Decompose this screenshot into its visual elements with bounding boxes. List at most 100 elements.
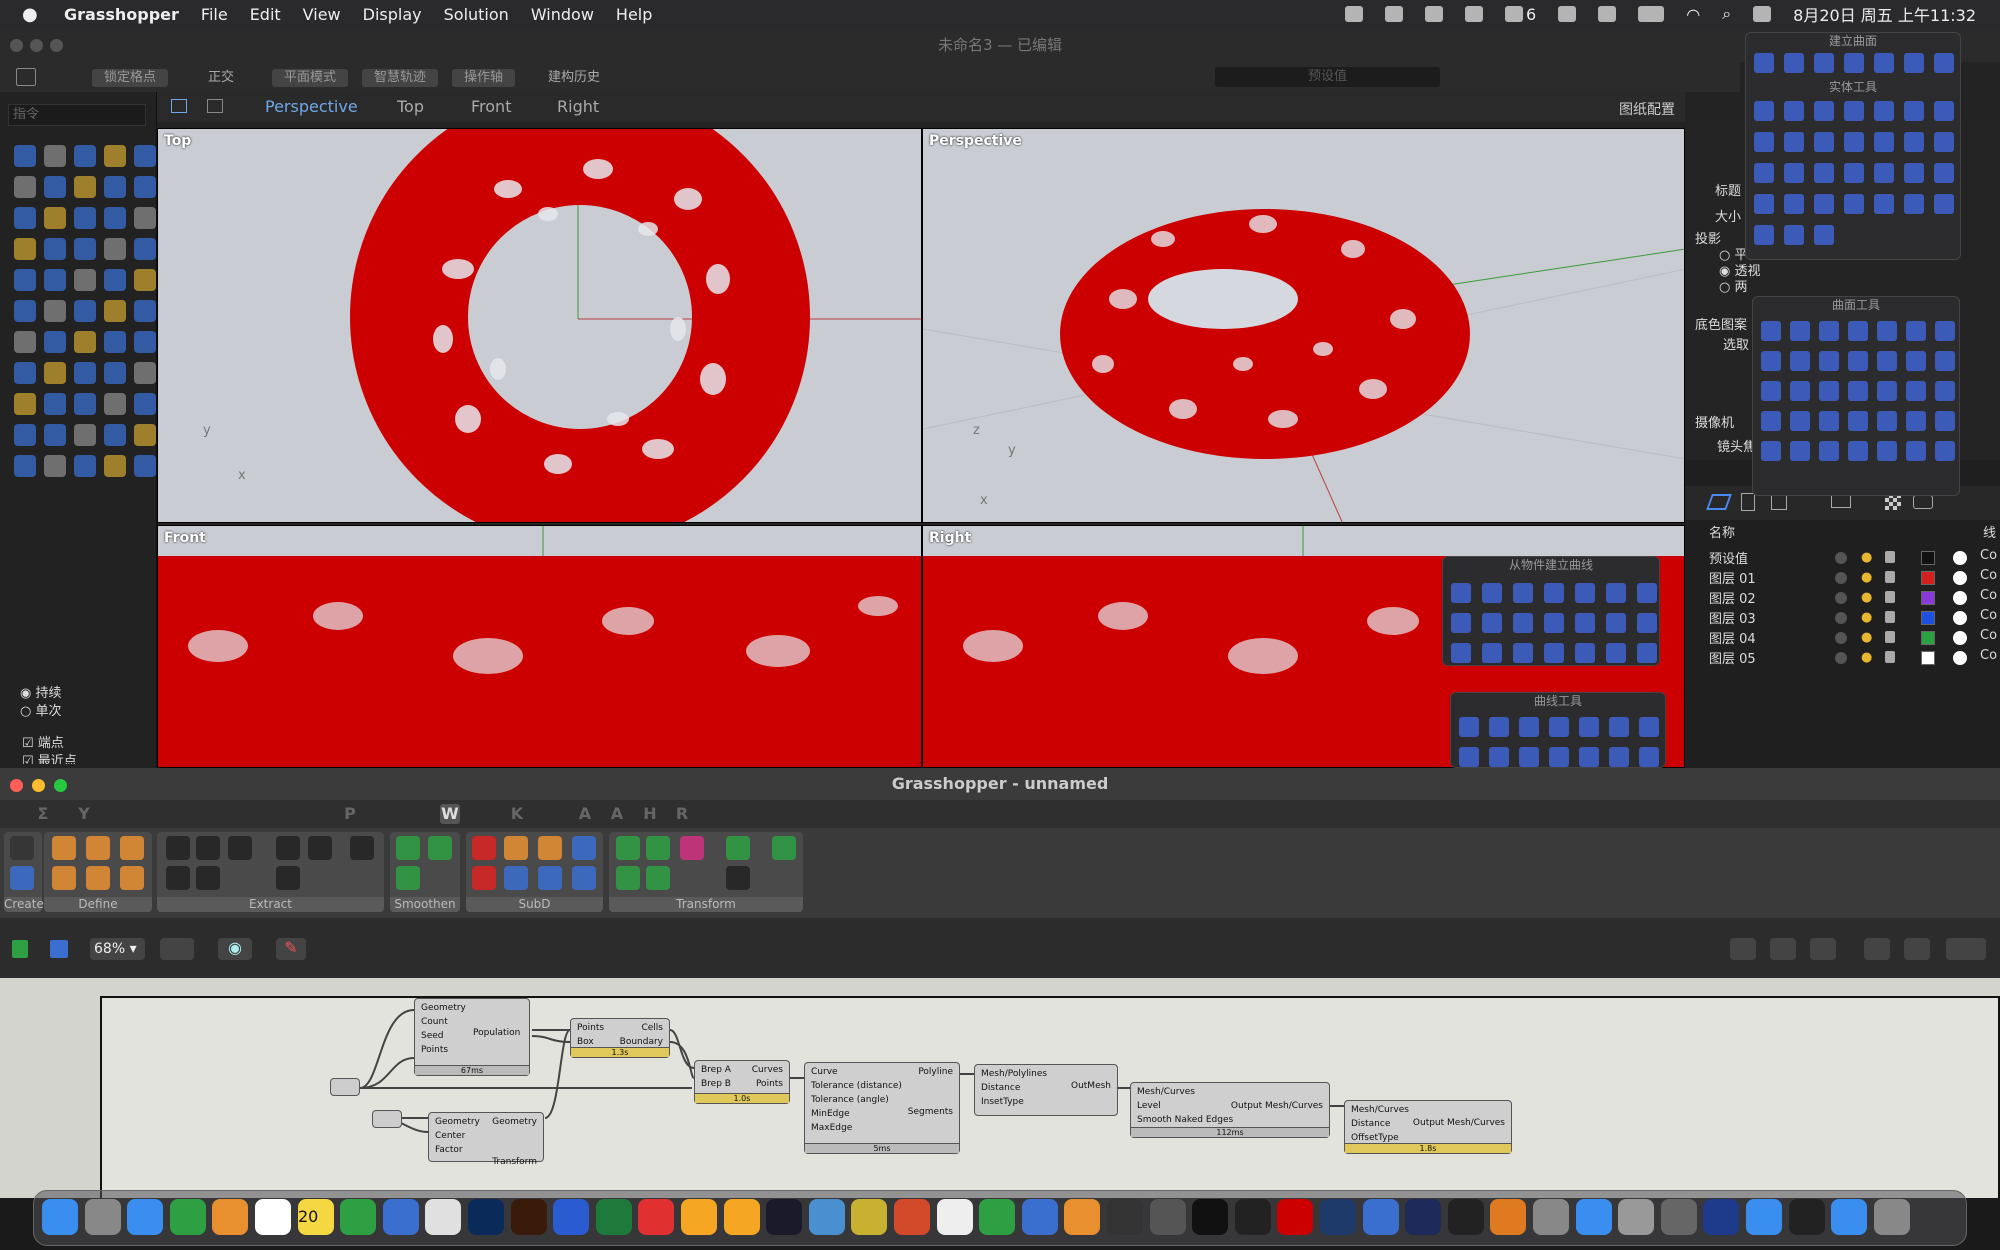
lock-icon[interactable] <box>1885 611 1895 623</box>
gh-component-icon[interactable] <box>572 836 596 860</box>
palette-tool-icon[interactable] <box>1844 101 1864 121</box>
palette-tool-icon[interactable] <box>1877 411 1897 431</box>
dock-app-pin[interactable] <box>638 1199 675 1235</box>
gh-input-param[interactable]: Brep B <box>701 1079 731 1089</box>
dock-app-rhino[interactable] <box>1362 1199 1399 1235</box>
tool-icon[interactable] <box>74 269 96 291</box>
gh-input-param[interactable]: Tolerance (distance) <box>811 1081 902 1091</box>
zoom-extents-icon[interactable] <box>160 938 194 960</box>
gh-component-icon[interactable] <box>10 866 34 890</box>
tab-top[interactable]: Top <box>397 97 424 116</box>
gh-input-param[interactable]: Factor <box>435 1145 463 1155</box>
gh-component-icon[interactable] <box>308 836 332 860</box>
palette-tool-icon[interactable] <box>1784 53 1804 73</box>
gh-component-icon[interactable] <box>504 866 528 890</box>
menu-help[interactable]: Help <box>616 5 652 24</box>
osnap-persistent[interactable]: ◉ 持续 <box>20 682 62 701</box>
palette-tool-icon[interactable] <box>1754 132 1774 152</box>
palette-tool-icon[interactable] <box>1906 441 1926 461</box>
tab-y[interactable]: Y <box>74 804 94 824</box>
layer-color-swatch[interactable] <box>1921 611 1935 625</box>
gh-input-param[interactable]: Curve <box>811 1067 838 1077</box>
dock-app-spark[interactable] <box>723 1199 760 1235</box>
lock-icon[interactable] <box>1885 631 1895 643</box>
dock-app-keynote[interactable] <box>1021 1199 1058 1235</box>
dock-app-downloads[interactable] <box>1831 1199 1868 1235</box>
tool-icon[interactable] <box>104 455 126 477</box>
layer-current-icon[interactable] <box>1835 652 1847 664</box>
lightbulb-icon[interactable]: ● <box>1861 550 1872 565</box>
preview-mode-icon[interactable] <box>1730 938 1756 960</box>
tab-a1[interactable]: A <box>575 804 595 824</box>
zoom-button[interactable] <box>50 39 63 52</box>
dock-app-typora[interactable] <box>936 1199 973 1235</box>
gh-number-slider-a[interactable] <box>330 1078 360 1096</box>
palette-tool-icon[interactable] <box>1906 321 1926 341</box>
palette-tool-icon[interactable] <box>1609 717 1629 737</box>
gh-component-icon[interactable] <box>428 836 452 860</box>
menu-window[interactable]: Window <box>531 5 594 24</box>
gh-component-scale[interactable]: Geometry Center Factor Geometry Transform <box>428 1112 544 1167</box>
tool-icon[interactable] <box>134 207 156 229</box>
gh-component-icon[interactable] <box>196 866 220 890</box>
sketch-icon[interactable]: ✎ <box>276 938 306 960</box>
palette-tool-icon[interactable] <box>1877 321 1897 341</box>
lightbulb-icon[interactable]: ● <box>1861 610 1872 625</box>
palette-tool-icon[interactable] <box>1877 441 1897 461</box>
palette-tool-icon[interactable] <box>1935 351 1955 371</box>
material-swatch[interactable] <box>1953 631 1967 645</box>
dock-app-appstore[interactable] <box>1746 1199 1782 1235</box>
palette-tool-icon[interactable] <box>1482 643 1502 663</box>
gh-input-param[interactable]: MaxEdge <box>811 1123 852 1133</box>
palette-tool-icon[interactable] <box>1904 163 1924 183</box>
dock-app-illustrator[interactable] <box>510 1199 547 1235</box>
layer-row[interactable]: 图层 05 ● Co <box>1685 648 2000 668</box>
ortho-toggle[interactable]: 正交 <box>208 69 234 87</box>
projection-two-point[interactable]: ○ 两 <box>1719 276 1748 295</box>
dock-app-rhino2[interactable] <box>1533 1199 1569 1235</box>
layer-color-swatch[interactable] <box>1921 631 1935 645</box>
gh-input-param[interactable]: Distance <box>981 1083 1020 1093</box>
wallpaper-select[interactable]: 选取 <box>1723 334 1749 353</box>
layer-row[interactable]: 图层 03 ● Co <box>1685 608 2000 628</box>
dock-app-launchpad[interactable] <box>84 1199 121 1235</box>
palette-tool-icon[interactable] <box>1459 747 1479 767</box>
gh-component-pop[interactable]: Geometry Count Seed Points Population 67ms <box>414 998 530 1076</box>
tool-icon[interactable] <box>134 238 156 260</box>
menu-display[interactable]: Display <box>363 5 422 24</box>
tool-icon[interactable] <box>44 455 66 477</box>
notification-bell-icon[interactable] <box>1345 6 1364 22</box>
palette-tool-icon[interactable] <box>1848 381 1868 401</box>
page-icon[interactable] <box>1741 493 1755 511</box>
clock[interactable]: 8月20日 周五 上午11:32 <box>1793 2 1976 26</box>
gh-component-icon[interactable] <box>646 866 670 890</box>
dock-app-photoshop[interactable] <box>468 1199 504 1235</box>
gh-output-param[interactable]: Cells <box>641 1023 663 1033</box>
palette-tool-icon[interactable] <box>1761 411 1781 431</box>
dock-app-word[interactable] <box>553 1199 590 1235</box>
mute-icon[interactable] <box>1598 6 1617 22</box>
palette-tool-icon[interactable] <box>1609 747 1629 767</box>
tool-icon[interactable] <box>14 300 36 322</box>
sync-icon[interactable] <box>1505 6 1524 22</box>
tool-icon[interactable] <box>104 393 126 415</box>
tool-icon[interactable] <box>104 331 126 353</box>
dock-app-qq[interactable] <box>1788 1199 1825 1235</box>
dock-app-wechat[interactable] <box>340 1199 377 1235</box>
palette-tool-icon[interactable] <box>1513 643 1533 663</box>
gh-component-icon[interactable] <box>772 836 796 860</box>
tool-icon[interactable] <box>74 393 96 415</box>
palette-tool-icon[interactable] <box>1790 351 1810 371</box>
tool-icon[interactable] <box>44 393 66 415</box>
tab-w[interactable]: W <box>440 804 460 824</box>
palette-tool-icon[interactable] <box>1814 225 1834 245</box>
dock-app-blender[interactable] <box>1490 1199 1527 1235</box>
palette-tool-icon[interactable] <box>1754 53 1774 73</box>
palette-tool-icon[interactable] <box>1519 717 1539 737</box>
palette-tool-icon[interactable] <box>1874 132 1894 152</box>
tab-perspective[interactable]: Perspective <box>265 97 358 116</box>
material-swatch[interactable] <box>1953 611 1967 625</box>
palette-tool-icon[interactable] <box>1549 747 1569 767</box>
palette-tool-icon[interactable] <box>1761 351 1781 371</box>
palette-tool-icon[interactable] <box>1848 351 1868 371</box>
